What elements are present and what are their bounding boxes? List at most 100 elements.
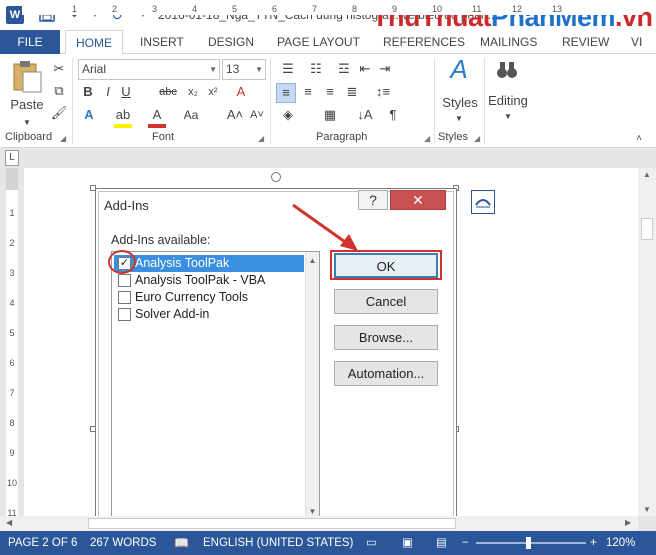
bold-icon[interactable]: B — [80, 83, 96, 101]
bullets-icon[interactable]: ☰ — [278, 60, 298, 78]
vruler-number: 5 — [9, 328, 15, 338]
list-item[interactable]: Solver Add-in — [114, 306, 304, 323]
tab-page-layout[interactable]: PAGE LAYOUT — [267, 30, 370, 54]
font-color-icon[interactable]: A — [148, 106, 166, 128]
tab-view[interactable]: VI — [621, 30, 652, 54]
align-left-icon[interactable]: ≡ — [276, 83, 296, 103]
superscript-icon[interactable]: x² — [204, 83, 222, 101]
language-indicator[interactable]: ENGLISH (UNITED STATES) — [203, 531, 353, 555]
tab-mailings[interactable]: MAILINGS — [470, 30, 547, 54]
clipboard-launcher-icon[interactable]: ◢ — [60, 134, 66, 143]
styles-dropdown-icon[interactable]: ▼ — [452, 110, 466, 128]
align-right-icon[interactable]: ≡ — [320, 83, 340, 101]
vertical-scrollbar[interactable]: ▲ ▼ — [638, 168, 656, 516]
borders-icon[interactable]: ▦ — [320, 106, 340, 124]
sort-icon[interactable]: ↓A — [356, 106, 374, 124]
tab-file[interactable]: FILE — [0, 30, 60, 54]
scroll-right-icon[interactable]: ▶ — [625, 518, 631, 527]
font-launcher-icon[interactable]: ◢ — [258, 134, 264, 143]
proofing-icon[interactable]: 📖 — [174, 531, 189, 555]
zoom-slider[interactable] — [476, 542, 586, 544]
format-painter-icon[interactable]: 🖌 — [50, 104, 68, 122]
tab-design[interactable]: DESIGN — [198, 30, 264, 54]
cancel-button[interactable]: Cancel — [334, 289, 438, 314]
show-formatting-icon[interactable]: ¶ — [384, 106, 402, 124]
increase-indent-icon[interactable]: ⇥ — [376, 60, 394, 78]
vruler-number: 10 — [6, 478, 17, 488]
styles-icon[interactable]: A — [444, 56, 474, 90]
decrease-indent-icon[interactable]: ⇤ — [356, 60, 374, 78]
zoom-out-icon[interactable]: − — [462, 531, 469, 555]
change-case-icon[interactable]: Aa — [180, 106, 202, 124]
browse-button[interactable]: Browse... — [334, 325, 438, 350]
clear-formatting-icon[interactable]: A — [232, 83, 250, 101]
close-button[interactable]: ✕ — [390, 190, 446, 210]
copy-icon[interactable]: ⧉ — [50, 82, 68, 100]
italic-icon[interactable]: I — [100, 83, 116, 101]
scroll-down-icon[interactable]: ▼ — [638, 505, 656, 514]
underline-icon[interactable]: U — [118, 83, 134, 101]
word-count[interactable]: 267 WORDS — [90, 531, 156, 555]
numbering-icon[interactable]: ☷ — [306, 60, 326, 78]
strikethrough-icon[interactable]: abc — [158, 83, 178, 101]
paste-dropdown-icon[interactable]: ▼ — [20, 114, 34, 132]
grow-font-icon[interactable]: A˄ — [226, 106, 244, 124]
group-divider — [270, 58, 271, 144]
multilevel-list-icon[interactable]: ☲ — [334, 60, 354, 78]
checkbox[interactable] — [118, 291, 131, 304]
collapse-ribbon-icon[interactable]: ˄ — [632, 130, 646, 148]
read-mode-icon[interactable]: ▭ — [366, 531, 377, 555]
justify-icon[interactable]: ≣ — [342, 83, 362, 101]
automation-button[interactable]: Automation... — [334, 361, 438, 386]
tab-home[interactable]: HOME — [65, 30, 123, 55]
scroll-thumb[interactable] — [641, 218, 653, 240]
ruler-number: 8 — [352, 4, 358, 14]
subscript-icon[interactable]: x₂ — [184, 83, 202, 101]
layout-options-icon[interactable] — [471, 190, 495, 214]
ruler-row: L — [0, 149, 656, 167]
scroll-left-icon[interactable]: ◀ — [6, 518, 12, 527]
list-item[interactable]: ✓ Analysis ToolPak — [114, 255, 304, 272]
vertical-ruler[interactable]: 1 2 3 4 5 6 7 8 9 10 11 — [6, 168, 18, 518]
paste-button[interactable]: Paste — [10, 96, 44, 114]
paragraph-launcher-icon[interactable]: ◢ — [424, 134, 430, 143]
checkbox[interactable] — [118, 274, 131, 287]
list-item[interactable]: Euro Currency Tools — [114, 289, 304, 306]
scroll-thumb[interactable] — [88, 518, 456, 529]
zoom-level[interactable]: 120% — [606, 531, 635, 555]
rotate-handle-icon[interactable] — [271, 172, 281, 182]
list-scrollbar[interactable]: ▲ ▼ — [305, 252, 319, 520]
print-layout-icon[interactable]: ▣ — [402, 531, 413, 555]
scroll-up-icon[interactable]: ▲ — [306, 256, 319, 265]
paste-icon[interactable] — [10, 60, 44, 94]
font-size-combo[interactable]: 13 ▼ — [222, 59, 266, 80]
page-count[interactable]: PAGE 2 OF 6 — [8, 531, 77, 555]
zoom-slider-thumb[interactable] — [526, 537, 531, 549]
add-ins-list[interactable]: ✓ Analysis ToolPak Analysis ToolPak - VB… — [111, 251, 320, 521]
tab-review[interactable]: REVIEW — [552, 30, 619, 54]
tab-references[interactable]: REFERENCES — [373, 30, 475, 54]
binoculars-icon[interactable] — [494, 60, 520, 84]
text-effects-icon[interactable]: A — [80, 106, 98, 124]
list-item[interactable]: Analysis ToolPak - VBA — [114, 272, 304, 289]
line-spacing-icon[interactable]: ↕≡ — [372, 83, 394, 101]
cut-icon[interactable]: ✂ — [50, 60, 68, 78]
editing-dropdown-icon[interactable]: ▼ — [501, 108, 515, 126]
ruler-number: 5 — [232, 4, 238, 14]
font-name-combo[interactable]: Arial ▼ — [78, 59, 220, 80]
tab-insert[interactable]: INSERT — [130, 30, 194, 54]
checkbox[interactable] — [118, 308, 131, 321]
styles-launcher-icon[interactable]: ◢ — [474, 134, 480, 143]
tab-selector-icon[interactable]: L — [5, 150, 19, 166]
horizontal-scrollbar[interactable]: ◀ ▶ — [0, 516, 638, 531]
highlight-color-icon[interactable]: ab — [114, 106, 132, 128]
help-button[interactable]: ? — [358, 190, 388, 210]
scroll-down-icon[interactable]: ▼ — [306, 507, 319, 516]
scroll-up-icon[interactable]: ▲ — [638, 170, 656, 179]
align-center-icon[interactable]: ≡ — [298, 83, 318, 101]
horizontal-ruler[interactable]: 1 2 3 4 5 6 7 8 9 10 11 12 13 — [22, 3, 642, 15]
web-layout-icon[interactable]: ▤ — [436, 531, 447, 555]
shading-icon[interactable]: ◈ — [278, 106, 298, 124]
zoom-in-icon[interactable]: + — [590, 531, 597, 555]
shrink-font-icon[interactable]: A˅ — [248, 106, 266, 124]
